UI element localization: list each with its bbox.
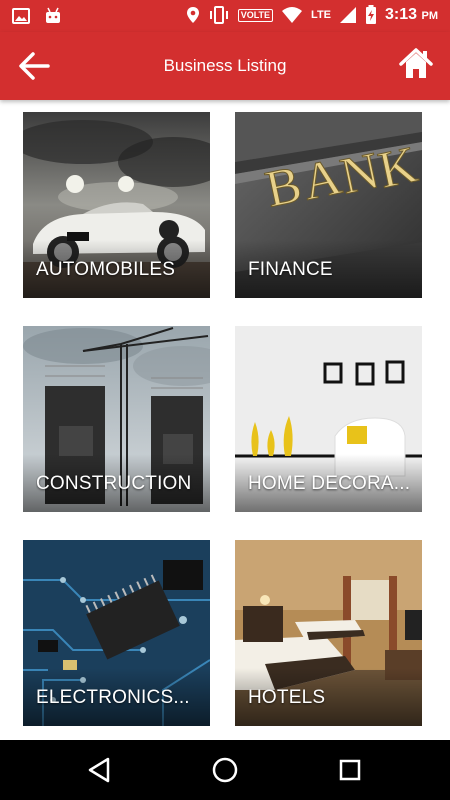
category-tile-finance[interactable]: B A N K FINANCE (235, 112, 422, 298)
category-label: ELECTRONICS... (36, 687, 190, 708)
app-bar: Business Listing (0, 32, 450, 100)
battery-charging-icon (366, 5, 377, 24)
category-label: HOTELS (248, 687, 326, 708)
nav-back-button[interactable] (84, 754, 116, 786)
nav-recents-button[interactable] (334, 754, 366, 786)
status-bar: VOLTE LTE 3:13 PM (0, 0, 450, 32)
status-left-icons (12, 7, 62, 25)
category-tile-hotels[interactable]: HOTELS (235, 540, 422, 726)
page-title: Business Listing (163, 56, 287, 75)
home-button[interactable] (398, 46, 438, 86)
category-tile-electronics[interactable]: ELECTRONICS... (23, 540, 210, 726)
signal-icon (340, 7, 357, 23)
clock: 3:13 PM (385, 6, 438, 24)
category-tile-automobiles[interactable]: AUTOMOBILES (23, 112, 210, 298)
clock-time: 3:13 (385, 6, 418, 23)
status-right-icons: VOLTE LTE 3:13 PM (186, 5, 438, 25)
wifi-icon (282, 7, 303, 23)
nav-recents-icon (339, 759, 361, 781)
nav-home-icon (212, 757, 238, 783)
gallery-icon (12, 8, 30, 24)
category-tile-construction[interactable]: CONSTRUCTION (23, 326, 210, 512)
category-label: FINANCE (248, 259, 333, 280)
clock-ampm: PM (421, 10, 439, 22)
system-nav-bar (0, 740, 450, 800)
category-label: CONSTRUCTION (36, 473, 192, 494)
category-label: HOME DECORA... (248, 473, 411, 494)
volte-badge: VOLTE (237, 8, 274, 22)
location-icon (186, 7, 199, 23)
category-label: AUTOMOBILES (36, 259, 176, 280)
nav-back-icon (88, 757, 110, 783)
category-tile-home-decoration[interactable]: HOME DECORA... (235, 326, 422, 512)
home-icon (399, 48, 433, 78)
nav-home-button[interactable] (209, 754, 241, 786)
android-icon (46, 7, 60, 23)
vibrate-icon (209, 6, 228, 24)
category-grid: AUTOMOBILES B A N K FINANCE CONSTRUCTION… (0, 100, 450, 740)
lte-label: LTE (311, 9, 332, 21)
